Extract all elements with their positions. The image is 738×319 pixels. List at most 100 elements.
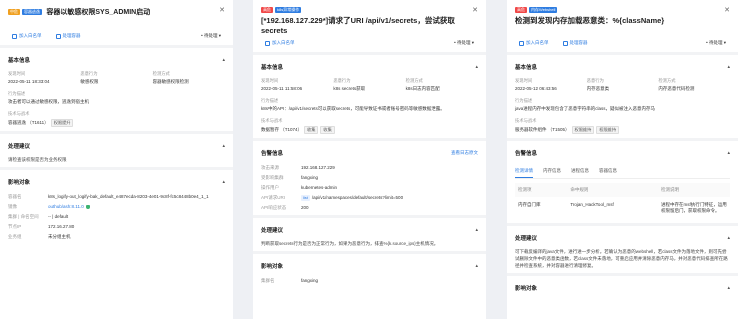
alert-row: 受影响集群 fangxing (261, 175, 319, 180)
chevron-up-icon: ▴ (727, 285, 730, 291)
view-raw-log-link[interactable]: 查看日志原文 (451, 150, 478, 156)
whitelist-icon (12, 33, 17, 39)
impact-row: 节点IP 172.16.27.80 (8, 224, 225, 230)
close-icon[interactable]: ✕ (219, 6, 225, 14)
tech-text: 容器逃逸 （T1611） (8, 120, 49, 125)
behavior-label: 行为描述 (8, 91, 26, 96)
panel-header: 高危 内存Webshell ✕ 检测到发现内存加载恶意类：%{className… (507, 0, 738, 34)
close-icon[interactable]: ✕ (472, 6, 478, 14)
section-header[interactable]: 影响对象 ▴ (261, 258, 478, 274)
section-header[interactable]: 告警信息 查看日志原文 (261, 145, 478, 161)
impact-row: 容器名 k8s_logify-out_logify-bak_default_e48… (8, 194, 225, 200)
behavior-label: 行为描述 (261, 98, 279, 103)
field-label: 检测方式 (658, 78, 676, 83)
alert-title: [*192.168.127.229*]请求了URI /api/v1/secret… (261, 16, 455, 36)
basic-info-section: 基本信息 ▴ 发现时间 2022-05-12 06:43:56 恶意行为 内存恶意类 … (507, 55, 738, 138)
shield-icon (85, 204, 90, 210)
action-bar: 加入白名单 • 待处理 ▾ (253, 34, 486, 52)
tactic-chip: 收集 (304, 126, 319, 134)
column-header: 命中规则 (567, 183, 658, 197)
behavior-text: java进程内存中发现包含了恶意字符串的class，疑似被注入恶意内存马 (515, 106, 656, 111)
add-whitelist-button[interactable]: 加入白名单 (265, 40, 295, 46)
close-icon[interactable]: ✕ (724, 6, 730, 14)
field-value: k8s日志内容匹配 (405, 86, 440, 91)
behavior-label: 行为描述 (515, 98, 533, 103)
impact-section: 影响对象 ▴ (507, 276, 738, 300)
node-ip-link[interactable]: 172.16.27.80 (48, 224, 225, 230)
impact-row: 集群 | 命名空间 -- | default (8, 214, 69, 219)
field-label: 检测方式 (152, 71, 170, 76)
container-name-link[interactable]: k8s_logify-out_logify-bak_default_e487ec… (48, 194, 225, 200)
section-header[interactable]: 处理建议 ▴ (515, 230, 730, 246)
alert-title: 容器以敏感权限SYS_ADMIN启动 (46, 9, 151, 16)
basic-info-section: 基本信息 ▴ 发现时间 2022-05-11 11:58:06 恶意行为 k8s se… (253, 55, 486, 138)
panel-header: 高危 k8s异常操作 ✕ [*192.168.127.229*]请求了URI /… (253, 0, 486, 36)
action-bar: 加入白名单 处理容器 • 待处理 ▾ (0, 27, 233, 45)
section-header[interactable]: 告警信息 ▴ (515, 145, 730, 161)
alert-detail-panel-k8s-secrets: 高危 k8s异常操作 ✕ [*192.168.127.229*]请求了URI /… (253, 0, 486, 319)
column-header: 检测说明 (658, 183, 730, 197)
category-badge: 内存Webshell (529, 7, 558, 13)
alert-title: 检测到发现内存加载恶意类：%{className} (515, 16, 665, 26)
advice-text: 可下载反编译的java文件，进行进一步分析。若确认为恶意的webshell，若c… (515, 249, 728, 268)
chevron-up-icon: ▴ (475, 64, 478, 70)
chevron-up-icon: ▴ (222, 143, 225, 149)
advice-text: 判断获取secrets行为是否为正常行为，如果为恶意行为，排查%{k.sourc… (261, 241, 439, 246)
impact-section: 影响对象 ▴ 容器名 k8s_logify-out_logify-bak_defau… (0, 170, 233, 244)
detection-table: 检测项 命中规则 检测说明 内存自门库 Trojan_HackTool_msf … (515, 183, 730, 219)
field-value: k8s secrets获取 (333, 86, 366, 91)
field-label: 发现时间 (261, 78, 279, 83)
advice-section: 处理建议 ▴ 请检查该权限是否为业务权限 (0, 134, 233, 167)
handle-container-button[interactable]: 处理容器 (55, 33, 81, 39)
status-dropdown[interactable]: • 待处理 ▾ (201, 33, 221, 39)
add-whitelist-button[interactable]: 加入白名单 (12, 33, 42, 39)
section-header[interactable]: 影响对象 ▴ (515, 280, 730, 296)
alert-detail-panel-memory-webshell: 高危 内存Webshell ✕ 检测到发现内存加载恶意类：%{className… (507, 0, 738, 319)
tech-text: 服务器软件组件 （T1505） (515, 127, 570, 132)
tactic-chip: 权限维持 (596, 126, 620, 134)
section-header[interactable]: 处理建议 ▴ (8, 138, 225, 154)
tab-detection-detail[interactable]: 检测详情 (515, 165, 533, 178)
table-row: 内存自门库 Trojan_HackTool_msf 进程中存在msf执行门特征，… (518, 202, 727, 213)
section-header[interactable]: 处理建议 ▴ (261, 222, 478, 238)
status-dropdown[interactable]: • 待处理 ▾ (454, 40, 474, 46)
alert-row: API响应状态 200 (261, 205, 309, 210)
impact-row: 镜像 outhub/ash:8.11.0 (8, 204, 225, 210)
column-header: 检测项 (515, 183, 568, 197)
impact-row: 业务组 未分组主机 (8, 234, 71, 239)
whitelist-icon (265, 40, 270, 46)
tactic-chip: 权限提升 (50, 119, 74, 127)
basic-info-section: 基本信息 ▴ 发现时间 2022-05-11 18:33:04 恶意行为 敏感权限 检… (0, 48, 233, 131)
status-dropdown[interactable]: • 待处理 ▾ (706, 40, 726, 46)
behavior-text: 攻击者可以通过敏感权限，逃逸到宿主机 (8, 99, 89, 104)
tactic-chip: 收集 (320, 126, 335, 134)
section-header[interactable]: 基本信息 ▴ (261, 59, 478, 75)
tab-memory-info[interactable]: 内存信息 (543, 165, 561, 178)
tech-label: 技术与战术 (515, 118, 537, 123)
severity-badge: 高危 (261, 7, 273, 13)
section-header[interactable]: 基本信息 ▴ (8, 52, 225, 68)
chevron-down-icon: ▾ (723, 40, 726, 45)
field-value: 内存恶意类 (586, 86, 610, 91)
handle-container-button[interactable]: 处理容器 (562, 40, 588, 46)
impact-section: 影响对象 ▴ 集群名 fangxing (253, 254, 486, 288)
field-label: 发现时间 (8, 71, 26, 76)
whitelist-icon (519, 40, 524, 46)
image-link[interactable]: outhub/ash:8.11.0 (48, 204, 84, 209)
tab-container-info[interactable]: 容器信息 (599, 165, 617, 178)
alert-row: 操作用户 kubernetes-admin (261, 185, 338, 190)
category-badge: 容器逃逸 (22, 9, 42, 15)
field-value: 敏感权限 (80, 79, 99, 84)
tech-label: 技术与战术 (261, 118, 283, 123)
add-whitelist-button[interactable]: 加入白名单 (519, 40, 549, 46)
chevron-up-icon: ▴ (475, 263, 478, 269)
section-header[interactable]: 影响对象 ▴ (8, 174, 225, 190)
chevron-up-icon: ▴ (727, 64, 730, 70)
tech-text: 数据暂存 （T1074） (261, 127, 303, 132)
field-label: 发现时间 (515, 78, 533, 83)
section-header[interactable]: 基本信息 ▴ (515, 59, 730, 75)
tab-process-info[interactable]: 进程信息 (571, 165, 589, 178)
advice-section: 处理建议 ▴ 判断获取secrets行为是否为正常行为，如果为恶意行为，排查%{k… (253, 218, 486, 251)
alert-info-section: 告警信息 查看日志原文 攻击来源 192.168.127.229 受影响集群 fang… (253, 141, 486, 215)
container-icon (55, 33, 61, 39)
